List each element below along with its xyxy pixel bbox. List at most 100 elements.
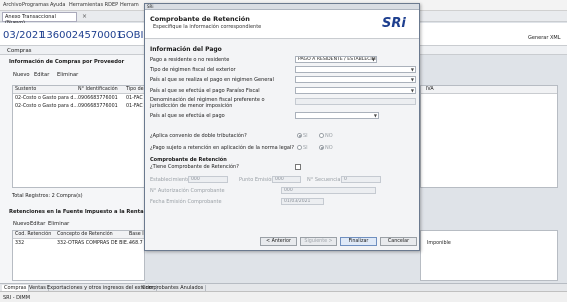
sujeto-si-label: SI xyxy=(303,145,308,151)
column-header-iva[interactable]: IVA xyxy=(426,87,434,92)
table-row[interactable]: 02-Costo o Gasto para d... xyxy=(15,96,78,101)
denominacion-field[interactable] xyxy=(295,98,416,105)
establecimiento-label: Establecimiento xyxy=(150,177,191,183)
sujeto-no-label: NO xyxy=(325,145,333,151)
comprobante-section-title: Comprobante de Retención xyxy=(150,157,227,163)
chevron-down-icon: ▼ xyxy=(371,57,375,62)
retenciones-grid-right: Imponible xyxy=(420,230,558,281)
secuencial-value: 0 xyxy=(344,177,347,182)
chevron-down-icon: ▼ xyxy=(373,113,377,118)
tipo-regimen-select[interactable]: ▼ xyxy=(295,66,416,73)
column-header-tipo[interactable]: Tipo de xyxy=(126,87,144,92)
close-icon[interactable]: × xyxy=(82,13,87,20)
menu-programas[interactable]: Programas xyxy=(22,2,49,8)
comprobante-retencion-dialog: SRi Comprobante de Retención Especifique… xyxy=(144,3,420,251)
compras-edit-button[interactable]: Editar xyxy=(34,72,49,78)
convenio-si-radio[interactable] xyxy=(297,133,302,138)
pais-efectua-label: País al que se efectúa el pago xyxy=(150,113,225,119)
autorizacion-value: 000 xyxy=(284,188,293,193)
retenciones-section-title: Retenciones en la Fuente Impuesto a la R… xyxy=(9,209,144,215)
dialog-header: Comprobante de Retención Especifique la … xyxy=(145,10,419,39)
sujeto-si-radio[interactable] xyxy=(297,145,302,150)
column-header-cod-retencion[interactable]: Cod. Retención xyxy=(15,232,51,237)
pais-regimen-general-select[interactable]: ▼ xyxy=(295,76,416,83)
period-label: 03/2021 xyxy=(3,30,45,41)
convenio-label: ¿Aplica convenio de doble tributación? xyxy=(150,133,247,139)
retenciones-grid: Cod. Retención Concepto de Retención Bas… xyxy=(12,230,145,281)
siguiente-button[interactable]: Siguiente > xyxy=(300,237,337,246)
menu-herramientas[interactable]: Herram xyxy=(120,2,139,8)
compras-delete-button[interactable]: Eliminar xyxy=(57,72,78,78)
menu-herramientas-rdep[interactable]: Herramientas RDEP xyxy=(69,2,118,8)
compras-grid-right: IVA xyxy=(420,85,558,188)
dialog-subtitle: Especifique la información correspondien… xyxy=(153,24,262,30)
establecimiento-value: 000 xyxy=(191,177,200,182)
convenio-no-radio[interactable] xyxy=(319,133,324,138)
anterior-button[interactable]: < Anterior xyxy=(260,237,297,246)
autorizacion-label: N° Autorización Comprobante xyxy=(150,188,225,194)
total-registros: Total Registros: 2 Compra(s) xyxy=(12,193,83,199)
dialog-title: Comprobante de Retención xyxy=(150,15,250,23)
tiene-comprobante-checkbox[interactable] xyxy=(295,164,301,170)
dialog-titlebar-label: SRi xyxy=(147,4,154,9)
retenciones-edit-button[interactable]: Editar xyxy=(30,221,45,227)
compras-grid: Sustento N° Identificación Tipo de 02-Co… xyxy=(12,85,145,188)
autorizacion-field[interactable]: 000 xyxy=(281,187,376,194)
table-cell: 332-OTRAS COMPRAS DE BIE... xyxy=(57,241,132,246)
chevron-down-icon: ▼ xyxy=(410,88,414,93)
menu-archivo[interactable]: Archivo xyxy=(3,2,22,8)
chevron-down-icon: ▼ xyxy=(410,77,414,82)
chevron-down-icon: ▼ xyxy=(410,67,414,72)
bottom-tab-strip: Compras Ventas Exportaciones y otros ing… xyxy=(0,283,567,291)
table-row[interactable]: 332 xyxy=(15,241,24,246)
column-header-concepto[interactable]: Concepto de Retención xyxy=(57,232,113,237)
sujeto-retencion-label: ¿Pago sujeto a retención en aplicación d… xyxy=(150,145,294,151)
fecha-emision-label: Fecha Emisión Comprobante xyxy=(150,199,222,205)
ruc-label: 1360024570001 xyxy=(40,30,123,41)
table-cell: 01-FAC xyxy=(126,104,143,109)
compras-section-title: Información de Compras por Proveedor xyxy=(9,59,125,65)
convenio-no-label: NO xyxy=(325,133,333,139)
table-cell: 0906683776001 xyxy=(78,96,118,101)
secuencial-label: N° Secuencial xyxy=(307,177,342,183)
pais-efectua-select[interactable]: ▼ xyxy=(295,112,379,119)
status-bar: SRI - DIMM xyxy=(0,291,567,302)
secuencial-field[interactable]: 0 xyxy=(341,176,381,183)
tipo-regimen-label: Tipo de régimen fiscal del exterior xyxy=(150,67,236,73)
retenciones-new-button[interactable]: Nuevo xyxy=(13,221,30,227)
pago-residente-label: Pago a residente o no residente xyxy=(150,57,230,63)
table-row[interactable]: 02-Costo o Gasto para d... xyxy=(15,104,78,109)
imponible-value: Imponible xyxy=(427,241,451,246)
punto-emision-field[interactable]: 000 xyxy=(272,176,301,183)
establecimiento-field[interactable]: 000 xyxy=(188,176,228,183)
pais-paraiso-label: País al que se efectúa el pago Paraíso F… xyxy=(150,88,260,94)
finalizar-button[interactable]: Finalizar xyxy=(340,237,377,246)
cancelar-button[interactable]: Cancelar xyxy=(380,237,417,246)
sujeto-no-radio[interactable] xyxy=(319,145,324,150)
table-cell: 0906683776001 xyxy=(78,104,118,109)
sri-logo: SRi xyxy=(382,16,406,31)
grid-header-right xyxy=(421,86,557,94)
compras-new-button[interactable]: Nuevo xyxy=(13,72,30,78)
punto-emision-label: Punto Emisión xyxy=(239,177,275,183)
status-text: SRI - DIMM xyxy=(3,295,31,301)
column-header-sustento[interactable]: Sustento xyxy=(15,87,36,92)
tab-anexo-transaccional[interactable]: Anexo Transaccional (Nuevo) xyxy=(2,12,77,26)
compras-tab-label[interactable]: Compras xyxy=(7,48,32,54)
generate-xml-button[interactable]: Generar XML xyxy=(528,35,561,41)
fecha-emision-field[interactable]: 01/03/2021 xyxy=(281,198,324,205)
denominacion-label: Denominación del régimen fiscal preferen… xyxy=(150,97,265,109)
pago-section-title: Información del Pago xyxy=(150,46,222,53)
retenciones-delete-button[interactable]: Eliminar xyxy=(48,221,69,227)
pais-paraiso-select[interactable]: ▼ xyxy=(295,87,416,94)
punto-emision-value: 000 xyxy=(275,177,284,182)
table-cell: 01-FAC xyxy=(126,96,143,101)
pago-residente-value: PAGO A RESIDENTE / ESTABLECIM xyxy=(298,57,376,62)
pago-residente-select[interactable]: PAGO A RESIDENTE / ESTABLECIM ▼ xyxy=(295,56,377,63)
column-header-base[interactable]: Base I xyxy=(129,232,144,237)
convenio-si-label: SI xyxy=(303,133,308,139)
pais-regimen-general-label: País al que se realiza el pago en régime… xyxy=(150,77,274,83)
fecha-emision-value: 01/03/2021 xyxy=(284,199,311,204)
menu-ayuda[interactable]: Ayuda xyxy=(50,2,65,8)
column-header-identificacion[interactable]: N° Identificación xyxy=(78,87,118,92)
